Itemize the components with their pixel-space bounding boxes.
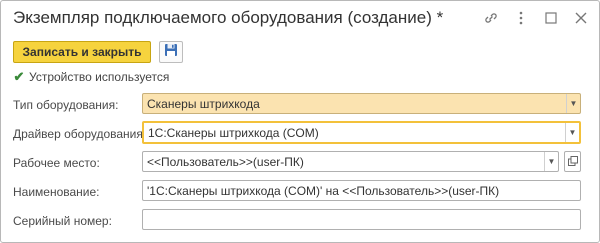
maximize-icon[interactable] <box>543 10 559 26</box>
driver-value: 1С:Сканеры штрихкода (COM) <box>148 125 319 140</box>
more-icon[interactable] <box>513 10 529 26</box>
device-used-checkbox[interactable]: ✔ Устройство используется <box>13 69 170 84</box>
window-title: Экземпляр подключаемого оборудования (со… <box>13 8 444 27</box>
name-value: '1С:Сканеры штрихкода (COM)' на <<Пользо… <box>147 183 500 198</box>
equipment-type-value: Сканеры штрихкода <box>147 96 260 111</box>
chevron-down-icon[interactable]: ▼ <box>565 123 579 142</box>
dialog-window: Экземпляр подключаемого оборудования (со… <box>0 0 600 243</box>
device-used-label: Устройство используется <box>29 70 170 84</box>
serial-label: Серийный номер: <box>13 214 112 228</box>
name-field[interactable]: '1С:Сканеры штрихкода (COM)' на <<Пользо… <box>142 180 581 201</box>
driver-field[interactable]: 1С:Сканеры штрихкода (COM) ▼ <box>142 121 581 144</box>
workplace-field[interactable]: <<Пользователь>>(user-ПК) ▼ <box>142 151 559 172</box>
open-window-icon <box>567 153 578 171</box>
serial-field[interactable] <box>142 209 581 230</box>
chevron-down-icon[interactable]: ▼ <box>566 94 580 113</box>
save-button[interactable] <box>159 41 183 63</box>
chevron-down-icon[interactable]: ▼ <box>544 152 558 171</box>
floppy-disk-icon <box>164 43 178 62</box>
link-icon[interactable] <box>483 10 499 26</box>
workplace-value: <<Пользователь>>(user-ПК) <box>147 154 304 169</box>
name-label: Наименование: <box>13 185 100 199</box>
open-workplace-button[interactable] <box>564 151 581 172</box>
close-icon[interactable] <box>573 10 589 26</box>
checkmark-icon: ✔ <box>13 69 25 84</box>
window-controls <box>483 10 589 26</box>
equipment-type-label: Тип оборудования: <box>13 98 119 112</box>
save-and-close-button[interactable]: Записать и закрыть <box>13 41 151 63</box>
workplace-label: Рабочее место: <box>13 156 100 170</box>
equipment-type-field[interactable]: Сканеры штрихкода ▼ <box>142 93 581 114</box>
driver-label: Драйвер оборудования: <box>13 127 147 141</box>
